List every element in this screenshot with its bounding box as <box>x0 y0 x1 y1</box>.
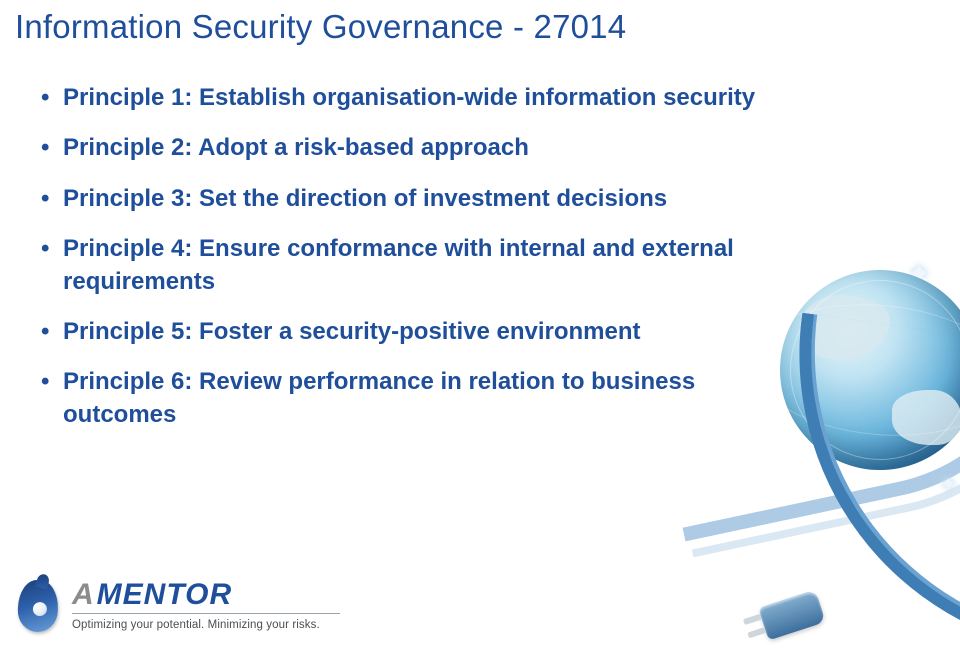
cable-graphic <box>740 502 960 652</box>
logo-name-rest: MENTOR <box>97 580 232 610</box>
slide-title: Information Security Governance - 27014 <box>15 8 626 46</box>
principle-item: Principle 3: Set the direction of invest… <box>35 183 795 215</box>
logo-mark-icon <box>16 576 62 634</box>
principle-item: Principle 1: Establish organisation-wide… <box>35 82 795 114</box>
logo-text: A MENTOR Optimizing your potential. Mini… <box>72 580 340 631</box>
brand-logo: A MENTOR Optimizing your potential. Mini… <box>16 576 340 634</box>
principle-item: Principle 4: Ensure conformance with int… <box>35 233 795 298</box>
plug-icon <box>758 590 826 641</box>
logo-tagline: Optimizing your potential. Minimizing yo… <box>72 619 340 631</box>
slide: Information Security Governance - 27014 … <box>0 0 960 652</box>
principle-item: Principle 2: Adopt a risk-based approach <box>35 132 795 164</box>
logo-name-prefix: A <box>72 580 95 610</box>
